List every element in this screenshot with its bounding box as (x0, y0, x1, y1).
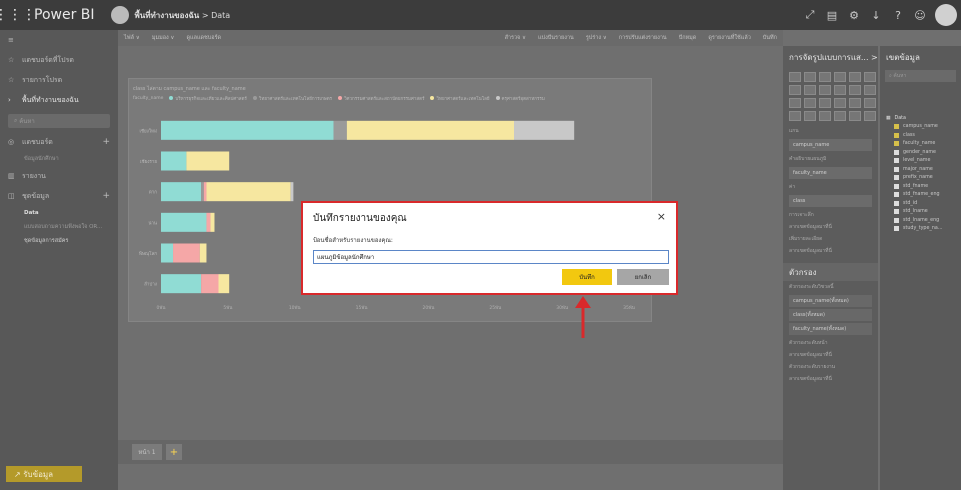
save-report-dialog: บันทึกรายงานของคุณ × ป้อนชื่อสำหรับรายงา… (301, 201, 678, 295)
cancel-button[interactable]: ยกเลิก (617, 269, 669, 285)
save-button[interactable]: บันทึก (562, 269, 612, 285)
dialog-title: บันทึกรายงานของคุณ (313, 213, 407, 224)
close-icon[interactable]: × (657, 210, 666, 223)
report-name-input[interactable] (313, 250, 669, 264)
red-arrow-annotation (575, 296, 591, 338)
report-name-label: ป้อนชื่อสำหรับรายงานของคุณ: (313, 237, 393, 244)
modal-overlay: บันทึกรายงานของคุณ × ป้อนชื่อสำหรับรายงา… (0, 0, 961, 490)
